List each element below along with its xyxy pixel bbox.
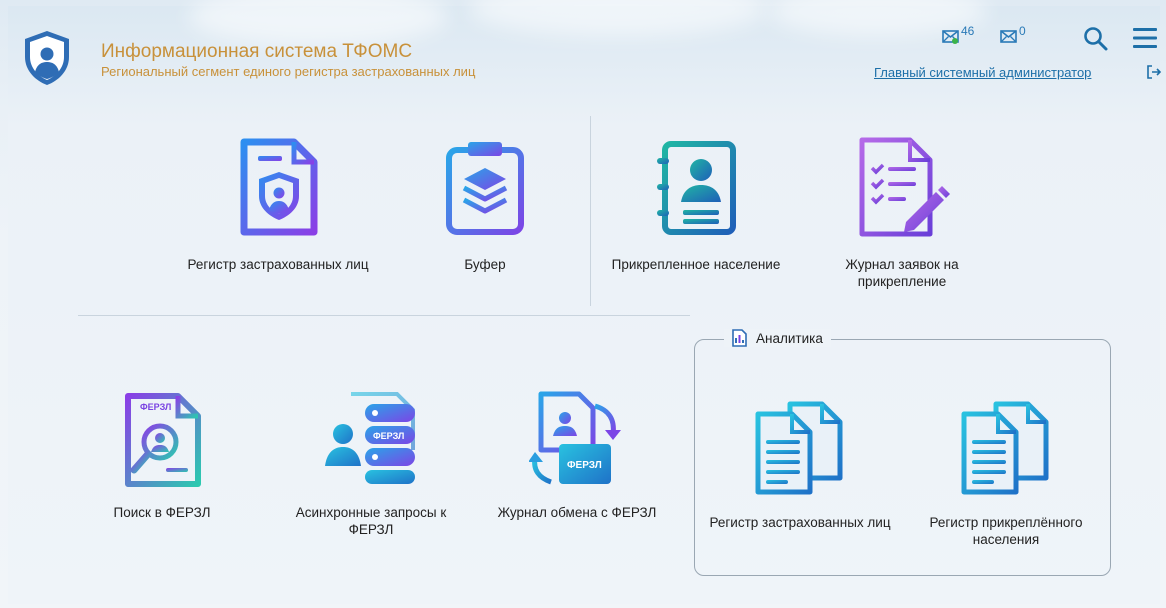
analytics-report-icon	[732, 329, 747, 347]
search-icon[interactable]	[1083, 26, 1109, 52]
inbox-button[interactable]: 46	[942, 24, 974, 44]
tile-buffer[interactable]: Буфер	[430, 140, 540, 273]
logout-icon[interactable]	[1146, 64, 1162, 80]
insured-registry-icon	[240, 138, 318, 236]
tile-exchange-journal[interactable]: ФЕРЗЛ Журнал обмена с ФЕРЗЛ	[484, 390, 670, 521]
tile-label: Регистр застрахованных лиц	[187, 257, 369, 272]
ferzl-icon-text: ФЕРЗЛ	[373, 431, 404, 441]
attached-population-icon	[657, 141, 736, 235]
buffer-icon	[446, 142, 524, 235]
tile-label: Журнал обмена с ФЕРЗЛ	[497, 505, 657, 520]
report-documents-icon	[755, 401, 843, 495]
inbox-count: 46	[961, 24, 975, 38]
tile-label: Прикрепленное население	[611, 257, 781, 272]
tile-analytics-attached-registry[interactable]: Регистр прикреплённого населения	[908, 400, 1104, 548]
tile-async-requests[interactable]: ФЕРЗЛ Асинхронные запросы к ФЕРЗЛ	[276, 390, 466, 538]
outbox-count: 0	[1019, 24, 1026, 38]
tile-label: Поиск в ФЕРЗЛ	[113, 505, 211, 520]
tile-label: Регистр застрахованных лиц	[709, 515, 891, 530]
tile-label: Асинхронные запросы к ФЕРЗЛ	[295, 505, 447, 537]
hamburger-menu-icon[interactable]	[1132, 26, 1158, 50]
tile-ferzl-search[interactable]: ФЕРЗЛ Поиск в ФЕРЗЛ	[96, 392, 228, 521]
exchange-journal-icon: ФЕРЗЛ	[529, 391, 621, 485]
current-user-link[interactable]: Главный системный администратор	[874, 65, 1091, 80]
tile-analytics-insured-registry[interactable]: Регистр застрахованных лиц	[702, 400, 898, 531]
section-divider-horizontal	[78, 315, 690, 316]
ferzl-icon-text: ФЕРЗЛ	[567, 460, 602, 471]
report-documents-icon	[961, 401, 1049, 495]
analytics-legend-label: Аналитика	[756, 330, 823, 346]
tile-label: Буфер	[464, 257, 506, 272]
ferzl-icon-text: ФЕРЗЛ	[140, 402, 171, 412]
app-title: Информационная система ТФОМС	[101, 41, 413, 62]
ferzl-search-icon: ФЕРЗЛ	[125, 393, 201, 487]
outbox-button[interactable]: 0	[1000, 24, 1026, 44]
analytics-legend: Аналитика	[724, 329, 831, 347]
async-requests-icon: ФЕРЗЛ	[325, 392, 415, 484]
app-subtitle: Региональный сегмент единого регистра за…	[101, 64, 476, 79]
logo-shield-icon	[25, 31, 69, 85]
mail-out-icon	[1000, 30, 1017, 43]
tile-insured-registry[interactable]: Регистр застрахованных лиц	[183, 138, 373, 273]
tile-attachment-requests-journal[interactable]: Журнал заявок на прикрепление	[826, 136, 978, 290]
attachment-requests-journal-icon	[859, 137, 950, 237]
mail-in-icon	[942, 30, 959, 44]
tile-attached-population[interactable]: Прикрепленное население	[594, 140, 798, 273]
tile-label: Регистр прикреплённого населения	[929, 515, 1083, 547]
tile-label: Журнал заявок на прикрепление	[845, 257, 959, 289]
section-divider-vertical	[590, 116, 591, 306]
